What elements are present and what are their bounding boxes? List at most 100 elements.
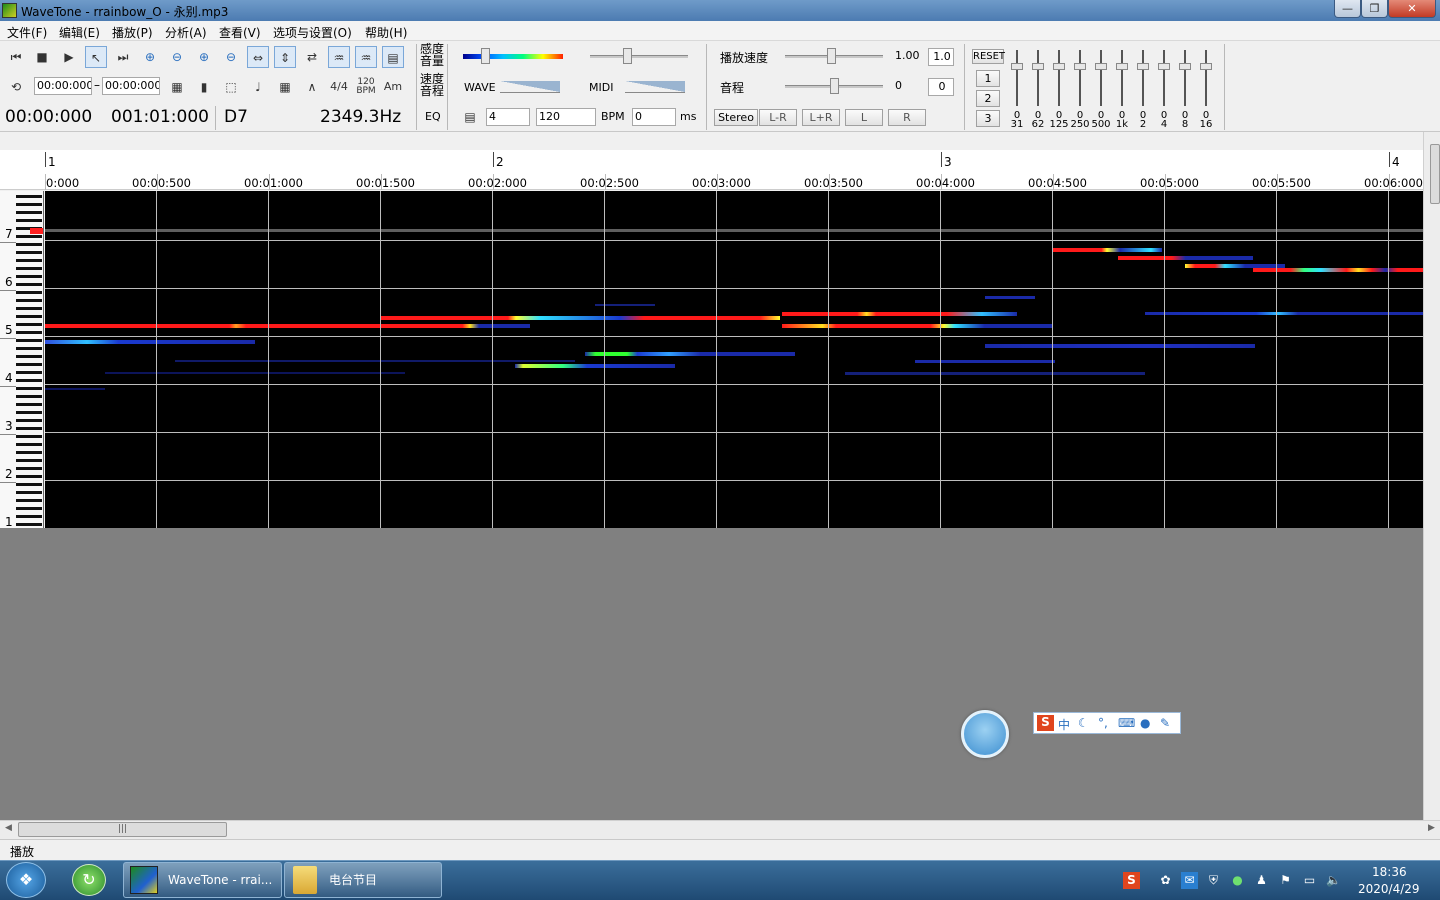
- menu-view[interactable]: 查看(V): [219, 24, 261, 41]
- floating-assistant-ball[interactable]: [961, 710, 1009, 758]
- wave-view-icon[interactable]: ♒: [328, 46, 350, 68]
- flag-tray-icon[interactable]: ⚑: [1277, 872, 1294, 889]
- horizontal-scroll-thumb[interactable]: |||: [18, 822, 227, 837]
- piano-black-key[interactable]: [16, 427, 42, 430]
- piano-black-key[interactable]: [16, 483, 42, 486]
- piano-black-key[interactable]: [16, 411, 42, 414]
- piano-black-key[interactable]: [16, 347, 42, 350]
- stereo-button[interactable]: Stereo: [714, 109, 758, 126]
- eq-band-slider[interactable]: [1094, 46, 1108, 118]
- menu-analyze[interactable]: 分析(A): [165, 24, 207, 41]
- vertical-scrollbar[interactable]: [1423, 132, 1440, 820]
- piano-black-key[interactable]: [16, 259, 42, 262]
- fast-forward-icon[interactable]: ⏭: [112, 46, 134, 68]
- menu-play[interactable]: 播放(P): [112, 24, 153, 41]
- book-view-icon[interactable]: ▤: [382, 46, 404, 68]
- piano-black-key[interactable]: [16, 523, 42, 526]
- note-icon[interactable]: ♩: [247, 76, 269, 98]
- app-icon[interactable]: [2, 3, 17, 18]
- tempo-button[interactable]: 120 BPM: [355, 76, 377, 98]
- piano-black-key[interactable]: [16, 307, 42, 310]
- zoom-in-horizontal-icon[interactable]: ⊕: [139, 46, 161, 68]
- volume-tray-icon[interactable]: 🔈: [1325, 872, 1342, 889]
- menu-options[interactable]: 选项与设置(O): [273, 24, 352, 41]
- eq-band-slider[interactable]: [1031, 46, 1045, 118]
- qq-tray-icon[interactable]: ♟: [1253, 872, 1270, 889]
- wechat-tray-icon[interactable]: ●: [1229, 872, 1246, 889]
- zoom-in-vertical-icon[interactable]: ⊕: [193, 46, 215, 68]
- task-wavetone[interactable]: WaveTone - rrai...: [123, 862, 282, 898]
- volume-slider[interactable]: [623, 48, 632, 64]
- eq-band-slider[interactable]: [1052, 46, 1066, 118]
- marker-icon[interactable]: ▮: [193, 76, 215, 98]
- speed-box[interactable]: 1.0: [928, 48, 954, 66]
- menu-file[interactable]: 文件(F): [7, 24, 47, 41]
- punctuation-icon[interactable]: °,: [1098, 716, 1108, 730]
- piano-black-key[interactable]: [16, 355, 42, 358]
- offset-field[interactable]: 0: [632, 108, 676, 126]
- piano-black-key[interactable]: [16, 419, 42, 422]
- eq-band-slider[interactable]: [1157, 46, 1171, 118]
- vertical-scroll-thumb[interactable]: [1430, 144, 1440, 204]
- piano-black-key[interactable]: [16, 195, 42, 198]
- clock-date[interactable]: 2020/4/29: [1358, 882, 1420, 896]
- piano-black-key[interactable]: [16, 491, 42, 494]
- pitch-slider[interactable]: [830, 78, 839, 94]
- fit-horizontal-icon[interactable]: ⇔: [247, 46, 269, 68]
- piano-black-key[interactable]: [16, 323, 42, 326]
- piano-black-key[interactable]: [16, 387, 42, 390]
- eq-band-slider[interactable]: [1010, 46, 1024, 118]
- piano-black-key[interactable]: [16, 235, 42, 238]
- range-end-field[interactable]: 00:00:000: [102, 77, 160, 95]
- menu-edit[interactable]: 编辑(E): [59, 24, 100, 41]
- pitch-box[interactable]: 0: [928, 78, 954, 96]
- minimize-button[interactable]: —: [1334, 0, 1361, 18]
- right-channel-button[interactable]: R: [888, 109, 926, 126]
- piano-black-key[interactable]: [16, 283, 42, 286]
- l-plus-r-button[interactable]: L+R: [802, 109, 840, 126]
- ime-toolbar[interactable]: S 中 ☾ °, ⌨ ● ✎: [1033, 712, 1181, 734]
- range-start-field[interactable]: 00:00:000: [34, 77, 92, 95]
- start-button[interactable]: ❖: [6, 862, 46, 898]
- zoom-out-vertical-icon[interactable]: ⊖: [220, 46, 242, 68]
- spectrum-view-icon[interactable]: ♒: [355, 46, 377, 68]
- piano-black-key[interactable]: [16, 499, 42, 502]
- user-icon[interactable]: ●: [1140, 716, 1150, 730]
- clock-time[interactable]: 18:36: [1372, 865, 1407, 879]
- loop-icon[interactable]: ⟲: [5, 76, 27, 98]
- layout-icon[interactable]: ▦: [166, 76, 188, 98]
- piano-keyboard[interactable]: 7 6 5 4 3 2 1: [0, 191, 44, 528]
- play-icon[interactable]: ▶: [58, 46, 80, 68]
- piano-black-key[interactable]: [16, 243, 42, 246]
- piano-black-key[interactable]: [16, 443, 42, 446]
- midi-level-ramp[interactable]: [625, 81, 685, 93]
- eq-band-slider[interactable]: [1136, 46, 1150, 118]
- piano-black-key[interactable]: [16, 267, 42, 270]
- rewind-icon[interactable]: ⏮: [5, 46, 27, 68]
- grid-icon[interactable]: ▦: [274, 76, 296, 98]
- piano-black-key[interactable]: [16, 291, 42, 294]
- piano-black-key[interactable]: [16, 331, 42, 334]
- curve-icon[interactable]: ∧: [301, 76, 323, 98]
- scroll-left-icon[interactable]: ◀: [5, 823, 12, 833]
- network-tray-icon[interactable]: ▭: [1301, 872, 1318, 889]
- mail-tray-icon[interactable]: ✉: [1181, 872, 1198, 889]
- eq-band-slider[interactable]: [1199, 46, 1213, 118]
- flower-tray-icon[interactable]: ✿: [1157, 872, 1174, 889]
- bpm-field[interactable]: 120: [536, 108, 596, 126]
- left-channel-button[interactable]: L: [845, 109, 883, 126]
- eq-preset-2-button[interactable]: 2: [976, 90, 1000, 107]
- piano-black-key[interactable]: [16, 435, 42, 438]
- eq-preset-1-button[interactable]: 1: [976, 70, 1000, 87]
- beat-grid-icon[interactable]: ▤: [459, 106, 481, 128]
- eq-band-slider[interactable]: [1178, 46, 1192, 118]
- piano-black-key[interactable]: [16, 379, 42, 382]
- speed-slider[interactable]: [827, 48, 836, 64]
- close-button[interactable]: ✕: [1388, 0, 1436, 18]
- piano-black-key[interactable]: [16, 507, 42, 510]
- maximize-button[interactable]: ❐: [1361, 0, 1388, 18]
- shield-tray-icon[interactable]: ⛨: [1205, 872, 1222, 889]
- eq-preset-3-button[interactable]: 3: [976, 110, 1000, 127]
- sogou-logo-icon[interactable]: S: [1037, 715, 1054, 731]
- piano-black-key[interactable]: [16, 371, 42, 374]
